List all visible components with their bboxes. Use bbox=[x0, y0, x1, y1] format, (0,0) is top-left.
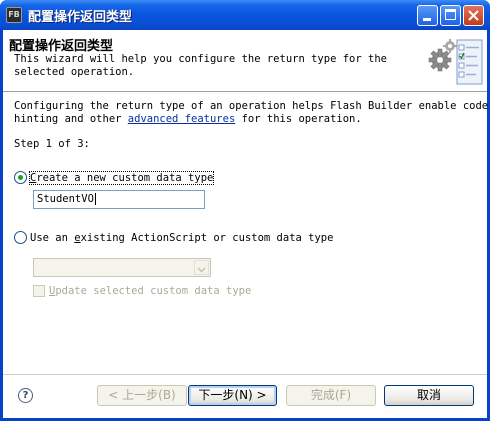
update-custom-type-label: Update selected custom data type bbox=[49, 285, 251, 297]
wizard-window: FB 配置操作返回类型 配置操作返回类型 This wizard will he… bbox=[0, 0, 490, 421]
existing-type-combo[interactable] bbox=[33, 258, 211, 277]
maximize-icon bbox=[445, 9, 456, 20]
intro-line-2-prefix: hinting and other bbox=[14, 113, 128, 125]
maximize-button[interactable] bbox=[440, 5, 461, 26]
header-title: 配置操作返回类型 bbox=[9, 39, 114, 54]
radio-create-new-label[interactable]: Create a new custom data type bbox=[28, 170, 215, 185]
intro-line-1: Configuring the return type of an operat… bbox=[14, 100, 489, 112]
wizard-body: 配置操作返回类型 This wizard will help you confi… bbox=[3, 30, 488, 418]
intro-text: Configuring the return type of an operat… bbox=[14, 100, 488, 126]
title-bar[interactable]: FB 配置操作返回类型 bbox=[0, 0, 490, 30]
close-button[interactable] bbox=[463, 5, 484, 26]
minimize-button[interactable] bbox=[417, 5, 438, 26]
step-indicator: Step 1 of 3: bbox=[14, 138, 90, 150]
advanced-features-link[interactable]: advanced features bbox=[128, 113, 235, 125]
finish-button[interactable]: 完成(F) bbox=[286, 385, 376, 406]
header-description: This wizard will help you configure the … bbox=[14, 53, 387, 78]
update-custom-type-box[interactable] bbox=[33, 285, 45, 297]
radio-create-new[interactable]: Create a new custom data type bbox=[14, 170, 215, 185]
help-icon[interactable]: ? bbox=[18, 388, 33, 403]
new-type-name-value: StudentVO bbox=[37, 193, 94, 205]
combo-dropdown-button[interactable] bbox=[194, 260, 209, 275]
wizard-header: 配置操作返回类型 This wizard will help you confi… bbox=[3, 30, 487, 85]
radio-create-new-indicator[interactable] bbox=[14, 171, 27, 184]
radio-use-existing-label-prefix: Use an bbox=[30, 231, 75, 244]
update-custom-type-label-rest: pdate selected custom data type bbox=[55, 285, 252, 297]
intro-line-2-suffix: for this operation. bbox=[235, 113, 362, 125]
back-button[interactable]: < 上一步(B) bbox=[97, 385, 187, 406]
close-icon bbox=[468, 10, 479, 21]
intro-line-2: hinting and other advanced features for … bbox=[14, 113, 488, 126]
window-title: 配置操作返回类型 bbox=[28, 10, 133, 25]
text-cursor bbox=[94, 193, 96, 205]
chevron-down-icon bbox=[197, 267, 206, 273]
radio-create-new-label-rest: reate a new custom data type bbox=[36, 171, 214, 184]
wizard-gears-icon bbox=[428, 39, 483, 85]
radio-use-existing-indicator[interactable] bbox=[14, 231, 27, 244]
radio-use-existing-label[interactable]: Use an existing ActionScript or custom d… bbox=[30, 232, 333, 244]
cancel-button[interactable]: 取消 bbox=[384, 385, 474, 406]
update-custom-type-checkbox[interactable]: Update selected custom data type bbox=[33, 285, 251, 297]
minimize-icon bbox=[423, 18, 431, 21]
app-icon: FB bbox=[6, 7, 22, 23]
header-separator bbox=[3, 91, 487, 95]
footer-separator bbox=[3, 374, 487, 375]
radio-use-existing-label-rest: xisting ActionScript or custom data type bbox=[80, 231, 334, 244]
new-type-name-input[interactable]: StudentVO bbox=[33, 190, 205, 209]
next-button[interactable]: 下一步(N) > bbox=[188, 385, 277, 406]
radio-use-existing[interactable]: Use an existing ActionScript or custom d… bbox=[14, 231, 333, 244]
